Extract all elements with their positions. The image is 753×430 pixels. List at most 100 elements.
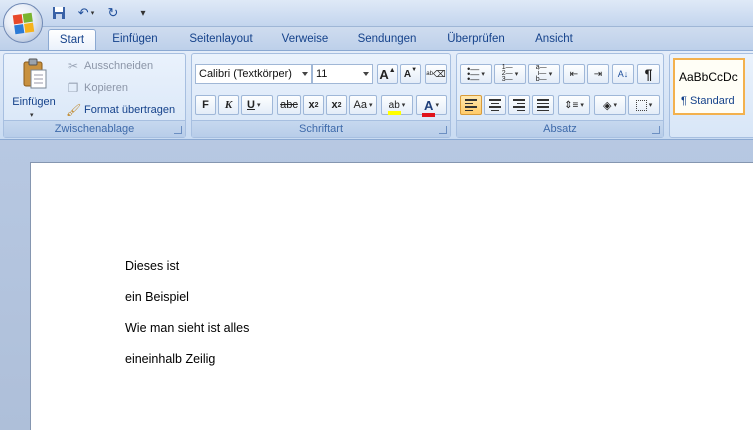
decrease-indent-icon: ⇤ — [569, 68, 579, 80]
chevron-down-icon: ▾ — [435, 102, 439, 109]
justify-icon — [537, 99, 549, 111]
line-spacing-button[interactable]: ⇕≡ ▾ — [558, 95, 590, 115]
chevron-down-icon: ▾ — [548, 71, 553, 78]
numbered-list-icon: 1— 2— 3— — [501, 64, 513, 83]
tab-einfuegen[interactable]: Einfügen — [104, 29, 166, 50]
sort-button[interactable]: A↓ — [612, 64, 634, 84]
italic-button[interactable]: K — [218, 95, 239, 115]
underline-label: U — [247, 99, 255, 111]
shading-button[interactable]: ◈ ▾ — [594, 95, 626, 115]
align-right-icon — [513, 99, 525, 111]
scissors-icon: ✂ — [67, 59, 79, 73]
bullets-button[interactable]: •— •— •— ▾ — [460, 64, 492, 84]
paste-button[interactable]: Einfügen ▾ — [8, 56, 60, 120]
clipboard-group-label: Zwischenablage — [4, 120, 185, 137]
decrease-indent-button[interactable]: ⇤ — [563, 64, 585, 84]
multilevel-list-button[interactable]: a— i— b— ▾ — [528, 64, 560, 84]
change-case-button[interactable]: Aa ▾ — [349, 95, 377, 115]
paint-bucket-icon: ◈ — [603, 99, 612, 112]
chevron-down-icon: ▾ — [580, 102, 584, 109]
format-painter-label: Format übertragen — [84, 104, 176, 116]
sort-icon: A↓ — [617, 69, 629, 79]
copy-label: Kopieren — [84, 82, 129, 94]
align-center-icon — [489, 99, 501, 111]
font-color-button[interactable]: A ▾ — [416, 95, 447, 117]
document-line-2[interactable]: ein Beispiel — [125, 290, 189, 304]
save-icon[interactable] — [50, 4, 68, 22]
grow-font-icon: A — [379, 66, 389, 82]
font-launcher-icon[interactable] — [439, 126, 447, 134]
cut-button[interactable]: ✂ Ausschneiden — [66, 59, 153, 73]
tab-ansicht[interactable]: Ansicht — [525, 29, 583, 50]
paste-label: Einfügen — [12, 96, 56, 108]
style-preview: AaBbCcDc — [679, 70, 738, 84]
change-case-label: Aa — [353, 99, 367, 111]
pilcrow-icon: ¶ — [644, 66, 653, 82]
tab-ueberpruefen[interactable]: Überprüfen — [437, 29, 515, 50]
tab-sendungen[interactable]: Sendungen — [348, 29, 426, 50]
office-button[interactable] — [3, 3, 43, 43]
align-left-button[interactable] — [460, 95, 482, 115]
borders-button[interactable]: ▾ — [628, 95, 660, 115]
font-color-icon: A — [422, 98, 436, 117]
chevron-down-icon: ▾ — [481, 71, 485, 78]
chevron-down-icon — [363, 72, 369, 76]
chevron-down-icon: ▾ — [613, 102, 617, 109]
grow-font-button[interactable]: A ▲ — [377, 64, 398, 84]
undo-icon[interactable]: ↶ ▾ — [74, 4, 98, 22]
increase-indent-icon: ⇥ — [593, 68, 603, 80]
chevron-down-icon: ▾ — [648, 102, 653, 109]
cut-label: Ausschneiden — [84, 60, 154, 72]
subscript-button[interactable]: x2 — [303, 95, 324, 115]
paste-dropdown-icon[interactable]: ▾ — [30, 111, 34, 119]
bullet-list-icon: •— •— •— — [467, 63, 480, 84]
document-line-3[interactable]: Wie man sieht ist alles — [125, 321, 249, 335]
highlighter-icon: ab — [387, 100, 401, 115]
borders-icon — [635, 99, 647, 111]
align-right-button[interactable] — [508, 95, 530, 115]
tab-seitenlayout[interactable]: Seitenlayout — [178, 29, 264, 50]
justify-button[interactable] — [532, 95, 554, 115]
copy-button[interactable]: ❐ Kopieren — [66, 81, 128, 95]
title-bar: ↶ ▾ ↻ ▾ — [0, 0, 753, 27]
multilevel-list-icon: a— i— b— — [535, 64, 547, 83]
strikethrough-button[interactable]: abc — [277, 95, 301, 115]
brush-icon: 🖌 — [66, 103, 82, 117]
clipboard-group: Einfügen ▾ ✂ Ausschneiden ❐ Kopieren 🖌 F… — [3, 53, 186, 138]
line-spacing-icon: ⇕≡ — [564, 99, 579, 111]
redo-icon[interactable]: ↻ — [104, 4, 122, 22]
style-name: ¶ Standard — [681, 95, 735, 107]
clipboard-launcher-icon[interactable] — [174, 126, 182, 134]
chevron-down-icon: ▾ — [256, 102, 261, 109]
font-size-value: 11 — [316, 68, 328, 80]
bold-button[interactable]: F — [195, 95, 216, 115]
paragraph-launcher-icon[interactable] — [652, 126, 660, 134]
font-family-select[interactable]: Calibri (Textkörper) — [195, 64, 312, 84]
document-line-1[interactable]: Dieses ist — [125, 259, 179, 273]
font-family-value: Calibri (Textkörper) — [199, 68, 292, 80]
font-size-select[interactable]: 11 — [312, 64, 373, 84]
document-line-4[interactable]: eineinhalb Zeilig — [125, 352, 215, 366]
customize-qat-icon[interactable]: ▾ — [136, 4, 150, 22]
increase-indent-button[interactable]: ⇥ — [587, 64, 609, 84]
ribbon: Einfügen ▾ ✂ Ausschneiden ❐ Kopieren 🖌 F… — [0, 50, 753, 140]
paragraph-group: •— •— •— ▾ 1— 2— 3— ▾ a— i— b— ▾ ⇤ ⇥ A↓ ¶ ⇕≡ ▾ ◈ ▾… — [456, 53, 664, 138]
tab-verweise[interactable]: Verweise — [273, 29, 337, 50]
align-left-icon — [465, 99, 477, 111]
highlight-button[interactable]: ab ▾ — [381, 95, 413, 115]
shrink-font-button[interactable]: A ▼ — [400, 64, 421, 84]
superscript-button[interactable]: x2 — [326, 95, 347, 115]
align-center-button[interactable] — [484, 95, 506, 115]
show-formatting-button[interactable]: ¶ — [637, 64, 660, 84]
underline-button[interactable]: U ▾ — [241, 95, 273, 115]
tab-start[interactable]: Start — [48, 29, 96, 50]
style-standard[interactable]: AaBbCcDc ¶ Standard — [673, 58, 745, 115]
font-group: Calibri (Textkörper) 11 A ▲ A ▼ ᵃᵇ⌫ F K U ▾… — [191, 53, 451, 138]
shrink-font-icon: A — [403, 68, 412, 80]
numbering-button[interactable]: 1— 2— 3— ▾ — [494, 64, 526, 84]
clear-formatting-button[interactable]: ᵃᵇ⌫ — [425, 64, 447, 84]
format-painter-button[interactable]: 🖌 Format übertragen — [66, 103, 175, 117]
chevron-down-icon: ▾ — [401, 102, 406, 109]
chevron-down-icon: ▾ — [514, 71, 519, 78]
chevron-down-icon: ▾ — [368, 102, 373, 109]
